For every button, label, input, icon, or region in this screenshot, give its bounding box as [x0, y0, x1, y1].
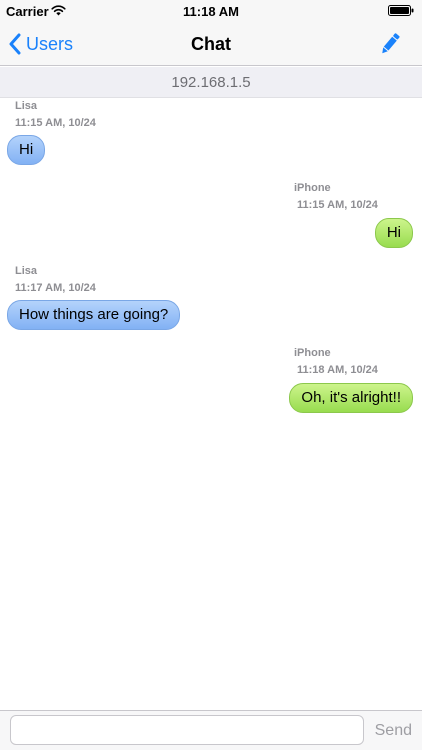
- server-address: 192.168.1.5: [0, 67, 422, 98]
- message-bubble[interactable]: Hi: [374, 218, 413, 248]
- message-meta: Lisa 11:17 AM, 10/24: [0, 263, 180, 297]
- message-item: Hi: [374, 218, 413, 248]
- message-sender: iPhone: [294, 182, 331, 194]
- message-sender: Lisa: [15, 100, 38, 112]
- message-meta: Lisa 11:15 AM, 10/24: [0, 98, 96, 132]
- message-time: 11:18 AM, 10/24: [297, 364, 378, 376]
- message-item: iPhone 11:18 AM, 10/24: [294, 345, 378, 379]
- message-input[interactable]: [10, 715, 364, 745]
- message-item: Lisa 11:17 AM, 10/24 How things are goin…: [0, 263, 181, 330]
- message-time: 11:15 AM, 10/24: [15, 117, 96, 129]
- status-bar: Carrier 11:18 AM: [0, 0, 422, 22]
- page-title: Chat: [191, 34, 231, 54]
- chat-screen: Carrier 11:18 AM Users Chat 192.168.1.5 …: [0, 0, 422, 750]
- status-time: 11:18 AM: [183, 4, 239, 19]
- message-item: Lisa 11:15 AM, 10/24 Hi: [0, 98, 96, 165]
- message-sender: iPhone: [294, 347, 331, 359]
- message-meta: iPhone 11:15 AM, 10/24: [294, 180, 378, 214]
- message-composer: Send: [0, 710, 422, 750]
- message-bubble[interactable]: How things are going?: [7, 300, 181, 330]
- pencil-icon[interactable]: [378, 31, 402, 57]
- battery-icon: [388, 5, 414, 16]
- message-meta: iPhone 11:18 AM, 10/24: [294, 345, 378, 379]
- message-sender: Lisa: [15, 265, 38, 277]
- message-list[interactable]: Lisa 11:15 AM, 10/24 Hi iPhone 11:15 AM,…: [0, 98, 422, 710]
- message-bubble[interactable]: Hi: [7, 135, 46, 165]
- message-item: iPhone 11:15 AM, 10/24: [294, 180, 378, 214]
- message-time: 11:15 AM, 10/24: [297, 199, 378, 211]
- message-time: 11:17 AM, 10/24: [15, 282, 96, 294]
- message-bubble[interactable]: Oh, it's alright!!: [289, 383, 413, 413]
- message-item: Oh, it's alright!!: [289, 383, 413, 413]
- send-button[interactable]: Send: [375, 711, 412, 750]
- navigation-bar: Users Chat: [0, 22, 422, 66]
